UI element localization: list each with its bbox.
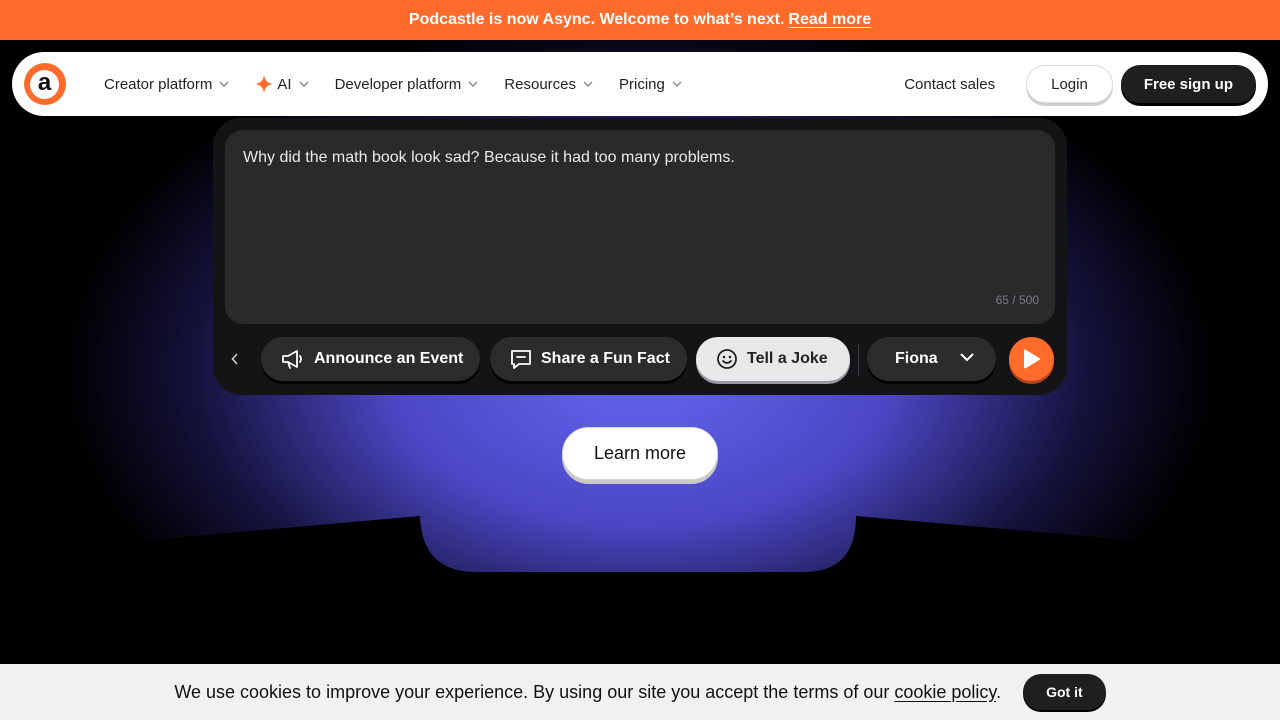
smiley-icon bbox=[717, 349, 737, 369]
cookie-accept-button[interactable]: Got it bbox=[1023, 674, 1106, 710]
nav-item-resources[interactable]: Resources bbox=[504, 76, 593, 93]
cookie-policy-link[interactable]: cookie policy bbox=[894, 682, 996, 702]
script-text[interactable]: Why did the math book look sad? Because … bbox=[243, 149, 735, 167]
chat-bubble-icon bbox=[511, 350, 531, 369]
announcement-text: Podcastle is now Async. Welcome to what’… bbox=[408, 11, 785, 28]
cookie-banner: We use cookies to improve your experienc… bbox=[0, 664, 1280, 720]
character-count: 65 / 500 bbox=[995, 293, 1039, 307]
nav-item-pricing[interactable]: Pricing bbox=[619, 76, 682, 93]
login-button[interactable]: Login bbox=[1026, 65, 1113, 103]
previous-chips-button[interactable] bbox=[227, 348, 243, 370]
sparkle-icon bbox=[255, 75, 274, 93]
top-navigation: a Creator platform AI Developer platform… bbox=[12, 52, 1268, 116]
chevron-down-icon bbox=[219, 81, 229, 87]
chevron-left-icon bbox=[231, 353, 238, 365]
nav-item-developer-platform[interactable]: Developer platform bbox=[335, 76, 479, 93]
script-textarea[interactable]: Why did the math book look sad? Because … bbox=[225, 130, 1055, 324]
play-button[interactable] bbox=[1009, 337, 1054, 381]
learn-more-button[interactable]: Learn more bbox=[562, 427, 718, 480]
chevron-down-icon bbox=[672, 81, 682, 87]
cookie-text: We use cookies to improve your experienc… bbox=[174, 681, 890, 702]
play-icon bbox=[1023, 349, 1040, 369]
nav-item-label: Pricing bbox=[619, 75, 665, 93]
chip-share-fun-fact[interactable]: Share a Fun Fact bbox=[490, 337, 687, 381]
free-signup-button[interactable]: Free sign up bbox=[1120, 65, 1256, 103]
read-more-link[interactable]: Read more bbox=[788, 11, 871, 29]
nav-item-creator-platform[interactable]: Creator platform bbox=[104, 76, 229, 93]
cookie-message: We use cookies to improve your experienc… bbox=[174, 682, 1001, 703]
chip-label: Share a Fun Fact bbox=[541, 350, 670, 367]
nav-menu: Creator platform AI Developer platform R… bbox=[104, 75, 708, 93]
chip-tell-a-joke[interactable]: Tell a Joke bbox=[696, 337, 850, 381]
nav-item-label: Resources bbox=[504, 75, 576, 93]
nav-item-label: AI bbox=[277, 75, 292, 93]
contact-sales-link[interactable]: Contact sales bbox=[904, 76, 995, 93]
cookie-suffix: . bbox=[996, 681, 1002, 702]
nav-item-label: Developer platform bbox=[334, 75, 462, 93]
chevron-down-icon bbox=[468, 81, 478, 87]
nav-item-ai[interactable]: AI bbox=[255, 75, 309, 93]
chip-label: Tell a Joke bbox=[747, 350, 828, 367]
text-to-speech-widget: Why did the math book look sad? Because … bbox=[213, 118, 1067, 395]
divider bbox=[858, 344, 859, 376]
voice-selector[interactable]: Fiona bbox=[867, 337, 996, 381]
voice-name: Fiona bbox=[895, 350, 938, 367]
logo[interactable]: a bbox=[24, 63, 66, 105]
chip-label: Announce an Event bbox=[314, 350, 464, 367]
widget-controls: Announce an Event Share a Fun Fact Tell … bbox=[213, 336, 1067, 384]
announcement-bar: Podcastle is now Async. Welcome to what’… bbox=[0, 0, 1280, 40]
chevron-down-icon bbox=[299, 81, 309, 87]
megaphone-icon bbox=[282, 350, 302, 369]
chevron-down-icon bbox=[960, 353, 974, 362]
nav-item-label: Creator platform bbox=[104, 75, 213, 93]
nav-actions: Contact sales Login Free sign up bbox=[904, 65, 1256, 103]
chip-announce-event[interactable]: Announce an Event bbox=[261, 337, 480, 381]
logo-letter: a bbox=[30, 70, 59, 99]
chevron-down-icon bbox=[583, 81, 593, 87]
